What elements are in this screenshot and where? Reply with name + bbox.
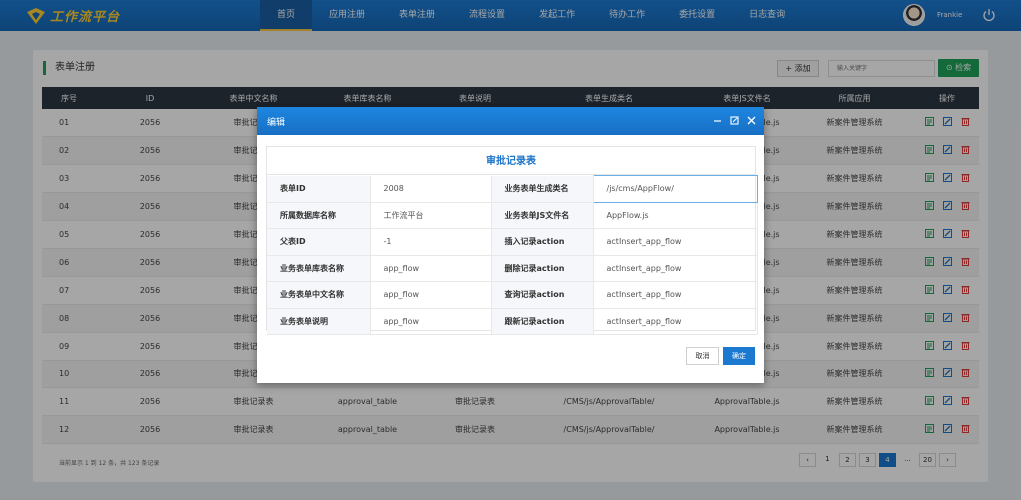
dialog-title: 编辑 xyxy=(267,118,286,128)
form-value-active-field[interactable]: /js/cms/AppFlow/ xyxy=(592,175,758,203)
form-title: 审批记录表 xyxy=(267,147,755,175)
form-label: 业务表单中文名称 xyxy=(267,281,371,309)
form-value[interactable]: 工作流平台 xyxy=(370,202,492,229)
form-value[interactable]: app_flow xyxy=(370,255,492,282)
form-label: 插入记录action xyxy=(491,228,594,256)
form-value[interactable]: actInsert_app_flow xyxy=(593,228,758,256)
form-value[interactable]: app_flow xyxy=(370,281,492,309)
form-row: 所属数据库名称 工作流平台 业务表单JS文件名 AppFlow.js xyxy=(267,202,758,229)
cancel-button[interactable]: 取消 xyxy=(686,347,719,365)
form-row: 表单ID 2008 业务表单生成类名/js/cms/AppFlow/ xyxy=(267,175,758,203)
form-value[interactable]: app_flow xyxy=(370,308,492,335)
close-icon[interactable] xyxy=(746,115,757,126)
form-value[interactable]: AppFlow.js xyxy=(593,202,758,229)
dialog-header: 编辑 xyxy=(257,107,764,135)
form-label: 业务表单说明 xyxy=(267,308,371,335)
form-label: 所属数据库名称 xyxy=(267,202,371,229)
form-label: 删除记录action xyxy=(491,255,594,282)
form-label: 父表ID xyxy=(267,228,371,256)
minimize-icon[interactable] xyxy=(712,115,723,126)
form-row: 业务表单中文名称 app_flow 查询记录action actInsert_app_… xyxy=(267,281,758,309)
form-label: 查询记录action xyxy=(491,281,594,309)
form-label: 跟新记录action xyxy=(491,308,594,335)
form-value[interactable]: -1 xyxy=(370,228,492,256)
edit-dialog: 编辑 审批记录表 表单ID 2008 业务表单生成类名/js/cms/AppFlow… xyxy=(257,107,764,383)
form-value[interactable]: actInsert_app_flow xyxy=(593,255,758,282)
confirm-button[interactable]: 确定 xyxy=(723,347,755,365)
form-value[interactable]: actInsert_app_flow xyxy=(593,308,758,335)
form-label: 表单ID xyxy=(267,175,371,203)
dialog-form: 审批记录表 表单ID 2008 业务表单生成类名/js/cms/AppFlow/所属… xyxy=(266,146,758,335)
form-row: 业务表单说明 app_flow 跟新记录action actInsert_app_fl… xyxy=(267,308,758,335)
form-label: 业务表单生成类名 xyxy=(491,175,594,203)
form-value[interactable]: actInsert_app_flow xyxy=(593,281,758,309)
maximize-icon[interactable] xyxy=(729,115,740,126)
form-label: 业务表单库表名称 xyxy=(267,255,371,282)
form-row: 父表ID -1 插入记录action actInsert_app_flow xyxy=(267,228,758,256)
form-value[interactable]: 2008 xyxy=(370,175,492,203)
form-label: 业务表单JS文件名 xyxy=(491,202,594,229)
form-table: 表单ID 2008 业务表单生成类名/js/cms/AppFlow/所属数据库名称工… xyxy=(267,175,758,335)
form-row: 业务表单库表名称 app_flow 删除记录action actInsert_app_… xyxy=(267,255,758,282)
